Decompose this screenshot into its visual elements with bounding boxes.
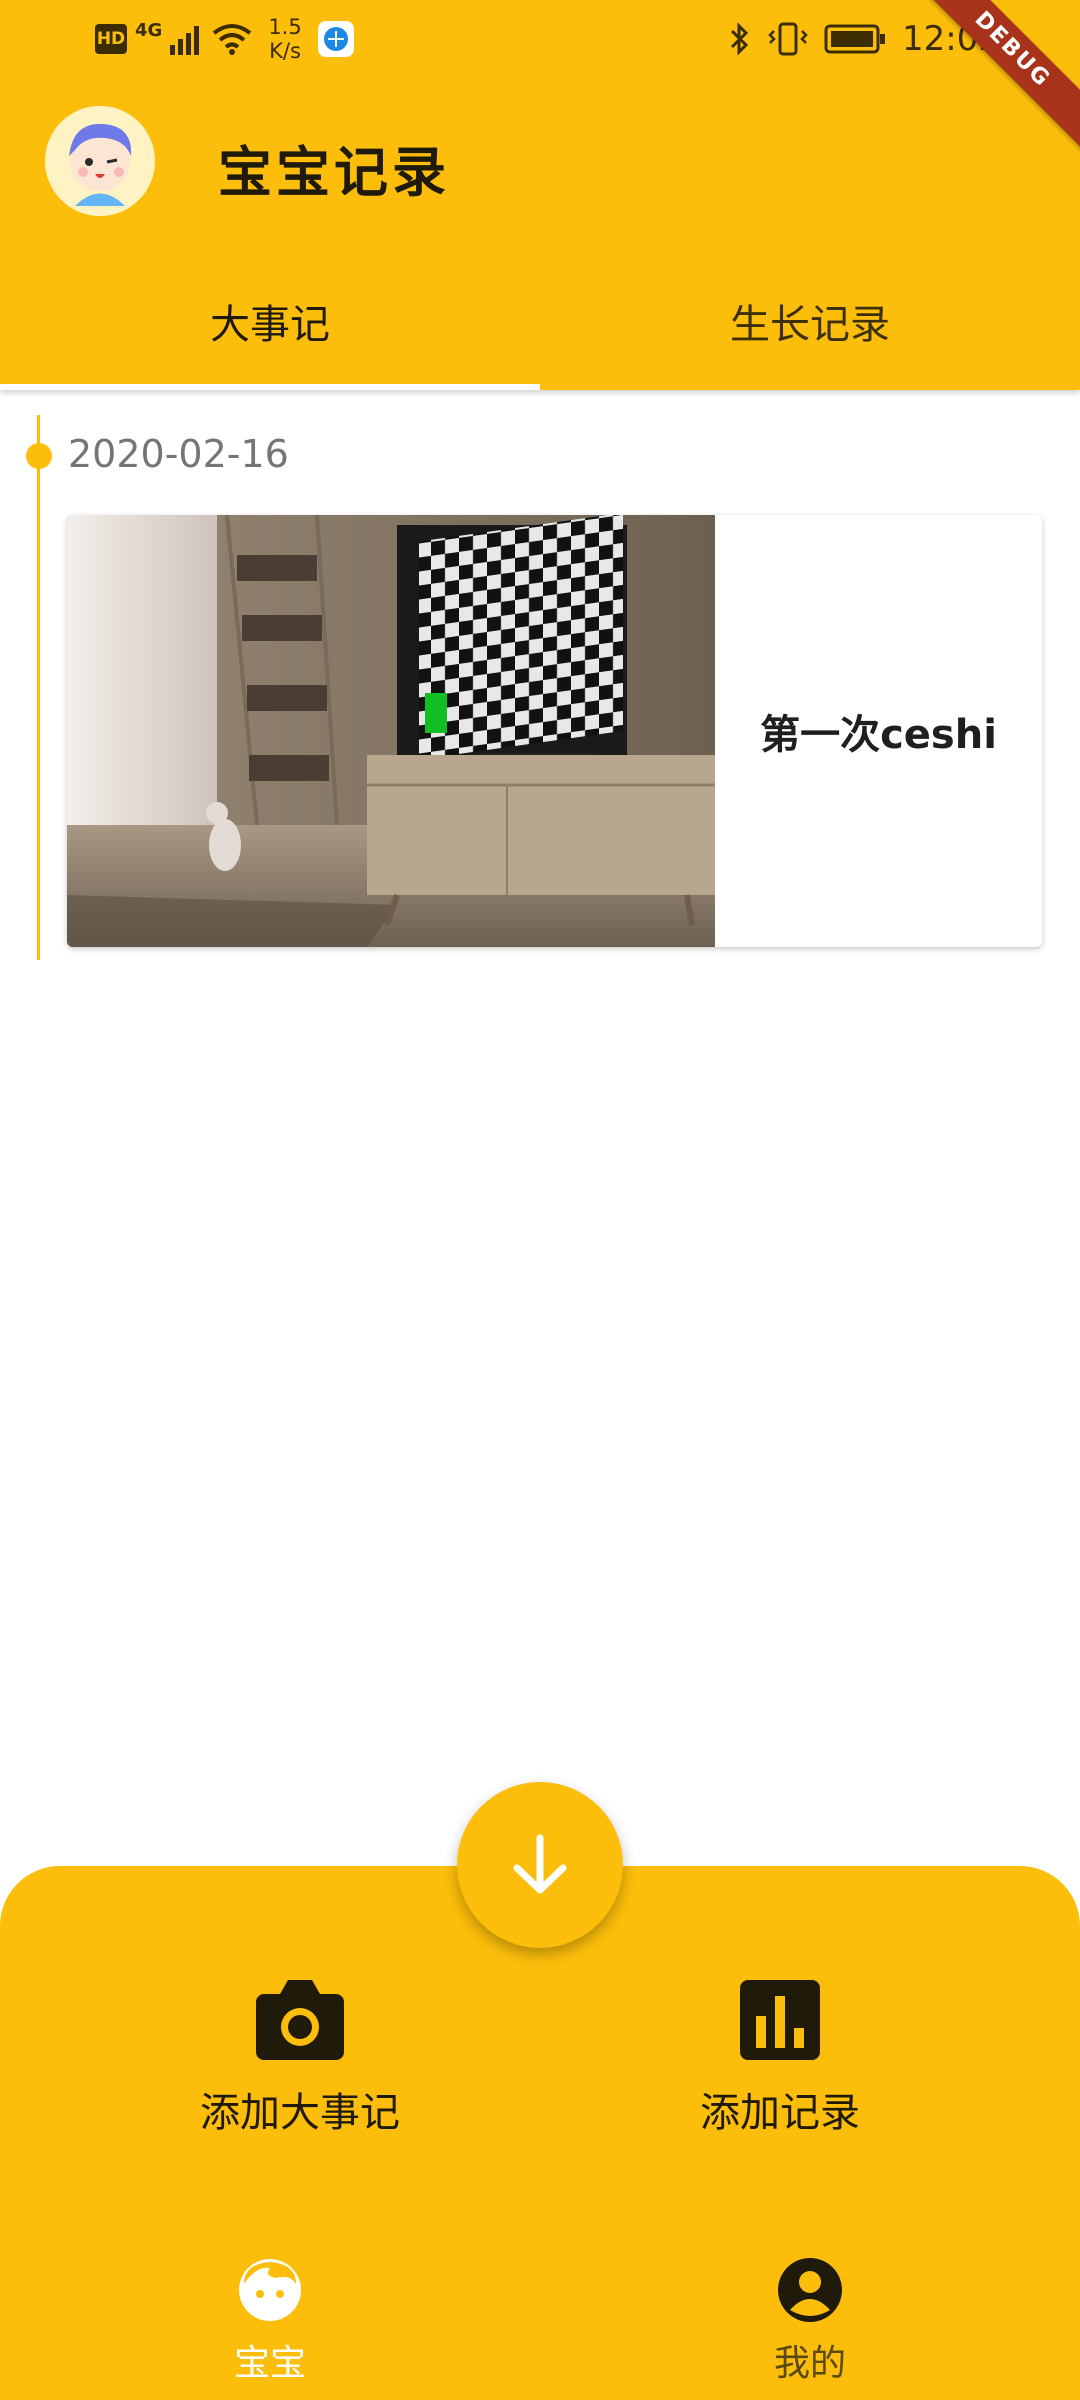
baby-face-icon [239, 2259, 301, 2321]
status-bar: HD 4G 1.5 K/s 12:02 [0, 0, 1080, 80]
bar-chart-icon [740, 1980, 820, 2060]
timeline-date: 2020-02-16 [68, 432, 289, 476]
hd-badge: HD [95, 24, 127, 54]
app-notification-icon [317, 21, 354, 57]
add-record-label: 添加记录 [700, 2090, 860, 2136]
tab-events[interactable]: 大事记 [0, 270, 540, 390]
event-photo [67, 515, 715, 947]
nav-item-baby[interactable]: 宝宝 [0, 2240, 540, 2400]
event-title: 第一次ceshi [760, 712, 997, 758]
camera-icon [256, 1980, 344, 2060]
bottom-nav: 宝宝 我的 [0, 2240, 1080, 2400]
collapse-fab-button[interactable] [457, 1782, 623, 1948]
cell-signal-icon [170, 26, 200, 55]
network-type: 4G [135, 19, 163, 41]
timeline: 2020-02-16 第一次ceshi [0, 390, 1080, 1790]
speed-unit: K/s [269, 39, 301, 63]
timeline-line [37, 415, 40, 960]
nav-item-mine[interactable]: 我的 [540, 2240, 1080, 2400]
tab-growth-records[interactable]: 生长记录 [540, 270, 1080, 390]
page-title: 宝宝记录 [218, 141, 450, 204]
tab-bar: 大事记 生长记录 [0, 270, 1080, 390]
status-left: HD 4G 1.5 K/s [95, 14, 354, 64]
vibrate-icon [768, 22, 808, 56]
network-speed: 1.5 K/s [268, 15, 301, 63]
add-record-button[interactable]: 添加记录 [630, 1970, 930, 2140]
app-screen: HD 4G 1.5 K/s 12:02 DEBUG 宝宝记录 大事记 生长记录 … [0, 0, 1080, 2400]
app-bar: 宝宝记录 [0, 100, 1080, 230]
tab-indicator [0, 384, 540, 390]
battery-icon [824, 24, 886, 54]
bluetooth-icon [730, 22, 749, 56]
header: HD 4G 1.5 K/s 12:02 DEBUG 宝宝记录 大事记 生长记录 [0, 0, 1080, 390]
event-card[interactable]: 第一次ceshi [67, 515, 1042, 947]
wifi-icon [213, 24, 252, 55]
nav-label-baby: 宝宝 [233, 2343, 306, 2384]
arrow-down-icon [513, 1834, 567, 1894]
add-event-button[interactable]: 添加大事记 [150, 1970, 450, 2140]
avatar[interactable] [45, 106, 155, 216]
add-event-label: 添加大事记 [200, 2090, 400, 2136]
speed-value: 1.5 [268, 15, 302, 39]
account-circle-icon [778, 2258, 842, 2322]
timeline-dot [26, 443, 52, 469]
nav-label-mine: 我的 [773, 2343, 846, 2384]
